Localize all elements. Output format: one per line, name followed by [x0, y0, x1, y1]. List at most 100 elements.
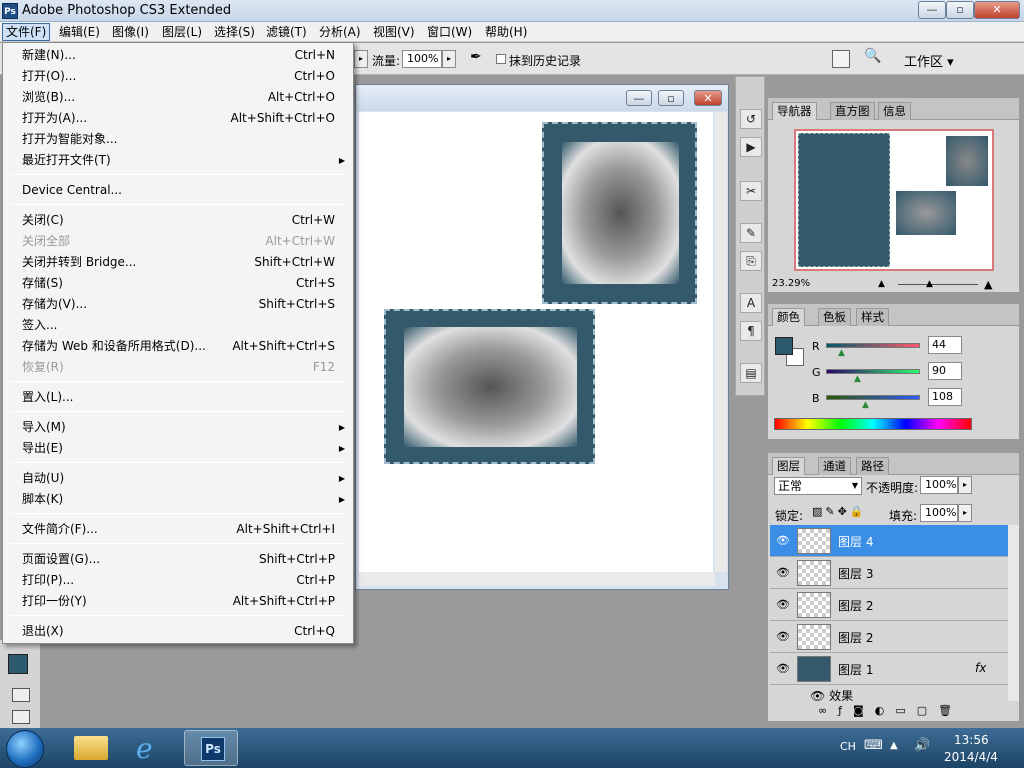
menu-item-print[interactable]: 打印(P)... Ctrl+P [3, 570, 353, 591]
blend-mode-select[interactable]: 正常 ▼ [774, 477, 862, 495]
layers-scrollbar[interactable] [1008, 525, 1019, 701]
menu-view[interactable]: 视图(V) [370, 24, 418, 40]
menu-item-scripts[interactable]: 脚本(K) ▶ [3, 489, 353, 510]
menu-item-browse[interactable]: 浏览(B)... Alt+Ctrl+O [3, 87, 353, 108]
fx-icon[interactable]: fx [975, 661, 986, 675]
language-indicator[interactable]: CH [840, 740, 856, 753]
zoom-in-icon[interactable]: ▲ [984, 278, 992, 291]
menu-file[interactable]: 文件(F) [2, 23, 51, 41]
layer-row[interactable]: 👁 图层 1 fx [770, 653, 1008, 685]
add-mask-icon[interactable]: ◙ [853, 704, 875, 717]
document-canvas[interactable] [359, 112, 713, 572]
eye-icon[interactable]: 👁 [810, 689, 825, 701]
internet-explorer-icon[interactable]: e [124, 730, 178, 766]
actions-panel-icon[interactable]: ▶ [740, 137, 762, 157]
minimize-button[interactable]: — [918, 1, 946, 19]
menu-item-new[interactable]: 新建(N)... Ctrl+N [3, 45, 353, 66]
lock-icons[interactable]: ▨✎✥🔒 [812, 505, 867, 518]
tab-info[interactable]: 信息 [878, 102, 911, 120]
layer-row[interactable]: 👁 图层 2 [770, 589, 1008, 621]
navigator-zoom-value[interactable]: 23.29% [772, 278, 810, 289]
layer-comps-icon[interactable]: ▤ [740, 363, 762, 383]
close-button[interactable]: ✕ [974, 1, 1020, 19]
menu-item-save[interactable]: 存储(S) Ctrl+S [3, 273, 353, 294]
dropdown-arrow-icon[interactable]: ▸ [354, 50, 368, 68]
vertical-scrollbar[interactable] [715, 112, 727, 572]
flow-dropdown-arrow-icon[interactable]: ▸ [442, 50, 456, 68]
opacity-arrow-icon[interactable]: ▸ [958, 476, 972, 494]
tool-presets-icon[interactable]: ✂ [740, 181, 762, 201]
workspace-menu[interactable]: 工作区 ▾ [904, 51, 954, 70]
menu-item-close-go-bridge[interactable]: 关闭并转到 Bridge... Shift+Ctrl+W [3, 252, 353, 273]
fill-input[interactable]: 100% [920, 504, 958, 522]
green-value-input[interactable]: 90 [928, 362, 962, 380]
menu-item-recent-files[interactable]: 最近打开文件(T) ▶ [3, 150, 353, 171]
palette-toggle-icon[interactable] [832, 50, 850, 68]
menu-item-open-smart-object[interactable]: 打开为智能对象... [3, 129, 353, 150]
tab-styles[interactable]: 样式 [856, 308, 889, 326]
layer-row[interactable]: 👁 图层 2 [770, 621, 1008, 653]
effects-row[interactable]: 👁 效果 [810, 687, 853, 701]
tab-histogram[interactable]: 直方图 [830, 102, 875, 120]
menu-item-place[interactable]: 置入(L)... [3, 387, 353, 408]
speaker-icon[interactable]: 🔊 [914, 738, 930, 753]
blue-slider[interactable] [826, 395, 920, 400]
tab-swatches[interactable]: 色板 [818, 308, 851, 326]
menu-item-page-setup[interactable]: 页面设置(G)... Shift+Ctrl+P [3, 549, 353, 570]
menu-item-print-one-copy[interactable]: 打印一份(Y) Alt+Shift+Ctrl+P [3, 591, 353, 612]
red-value-input[interactable]: 44 [928, 336, 962, 354]
green-slider[interactable] [826, 369, 920, 374]
menu-layer[interactable]: 图层(L) [159, 24, 205, 40]
history-panel-icon[interactable]: ↺ [740, 109, 762, 129]
menu-item-check-in[interactable]: 签入... [3, 315, 353, 336]
eye-icon[interactable]: 👁 [776, 630, 790, 643]
menu-item-close[interactable]: 关闭(C) Ctrl+W [3, 210, 353, 231]
clock-date[interactable]: 2014/4/4 [944, 750, 998, 764]
add-style-icon[interactable]: ƒ [838, 704, 853, 717]
start-button[interactable] [6, 730, 44, 768]
photoshop-taskbar-button[interactable]: Ps [184, 730, 238, 766]
menu-analysis[interactable]: 分析(A) [316, 24, 364, 40]
red-slider-thumb[interactable]: ▲ [838, 348, 845, 358]
fill-arrow-icon[interactable]: ▸ [958, 504, 972, 522]
horizontal-scrollbar[interactable] [359, 572, 715, 586]
delete-layer-icon[interactable]: 🗑 [938, 704, 963, 717]
doc-close-button[interactable]: ✕ [694, 90, 722, 106]
eye-icon[interactable]: 👁 [776, 662, 790, 675]
eye-icon[interactable]: 👁 [776, 566, 790, 579]
color-spectrum-bar[interactable] [774, 418, 972, 430]
doc-minimize-button[interactable]: — [626, 90, 652, 106]
menu-window[interactable]: 窗口(W) [424, 24, 475, 40]
tab-paths[interactable]: 路径 [856, 457, 889, 475]
menu-item-file-info[interactable]: 文件简介(F)... Alt+Shift+Ctrl+I [3, 519, 353, 540]
keyboard-icon[interactable]: ⌨ [864, 738, 883, 753]
menu-help[interactable]: 帮助(H) [482, 24, 530, 40]
history-checkbox[interactable] [496, 54, 506, 64]
menu-item-open[interactable]: 打开(O)... Ctrl+O [3, 66, 353, 87]
menu-image[interactable]: 图像(I) [109, 24, 152, 40]
menu-item-open-as[interactable]: 打开为(A)... Alt+Shift+Ctrl+O [3, 108, 353, 129]
menu-item-import[interactable]: 导入(M) ▶ [3, 417, 353, 438]
file-explorer-icon[interactable] [64, 730, 118, 766]
bridge-icon[interactable]: 🔍 [864, 48, 888, 70]
blue-value-input[interactable]: 108 [928, 388, 962, 406]
quick-mask-icon[interactable] [12, 688, 30, 702]
flow-input[interactable]: 100% [402, 50, 442, 68]
character-panel-icon[interactable]: A [740, 293, 762, 313]
brushes-icon[interactable]: ✎ [740, 223, 762, 243]
foreground-color-swatch[interactable] [8, 654, 28, 674]
menu-item-exit[interactable]: 退出(X) Ctrl+Q [3, 621, 353, 642]
new-layer-icon[interactable]: ▢ [917, 704, 938, 717]
navigator-thumbnail[interactable] [794, 129, 994, 271]
link-layers-icon[interactable]: ∞ [818, 704, 838, 717]
navigator-zoom-slider[interactable] [898, 284, 978, 285]
color-foreground-swatch[interactable] [775, 337, 793, 355]
zoom-slider-thumb[interactable]: ▲ [926, 279, 933, 289]
blue-slider-thumb[interactable]: ▲ [862, 400, 869, 410]
menu-item-export[interactable]: 导出(E) ▶ [3, 438, 353, 459]
tray-arrow-icon[interactable]: ▲ [890, 740, 898, 751]
eye-icon[interactable]: 👁 [776, 534, 790, 547]
doc-restore-button[interactable]: ▫ [658, 90, 684, 106]
opacity-input[interactable]: 100% [920, 476, 958, 494]
menu-item-automate[interactable]: 自动(U) ▶ [3, 468, 353, 489]
